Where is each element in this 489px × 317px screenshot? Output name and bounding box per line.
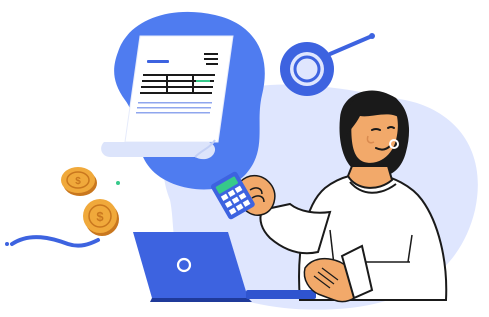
- invoice-curl: [101, 142, 216, 160]
- sparkle-dot: [116, 181, 120, 185]
- decorative-squiggle: [10, 235, 100, 248]
- magnifier-icon: [280, 33, 375, 96]
- svg-text:$: $: [96, 209, 104, 224]
- coin-icon-large: $: [83, 199, 119, 236]
- sparkle-dot-small: [5, 242, 9, 246]
- svg-text:$: $: [75, 176, 81, 187]
- coin-icon: $: [61, 167, 97, 196]
- finance-illustration: $ $: [0, 0, 489, 317]
